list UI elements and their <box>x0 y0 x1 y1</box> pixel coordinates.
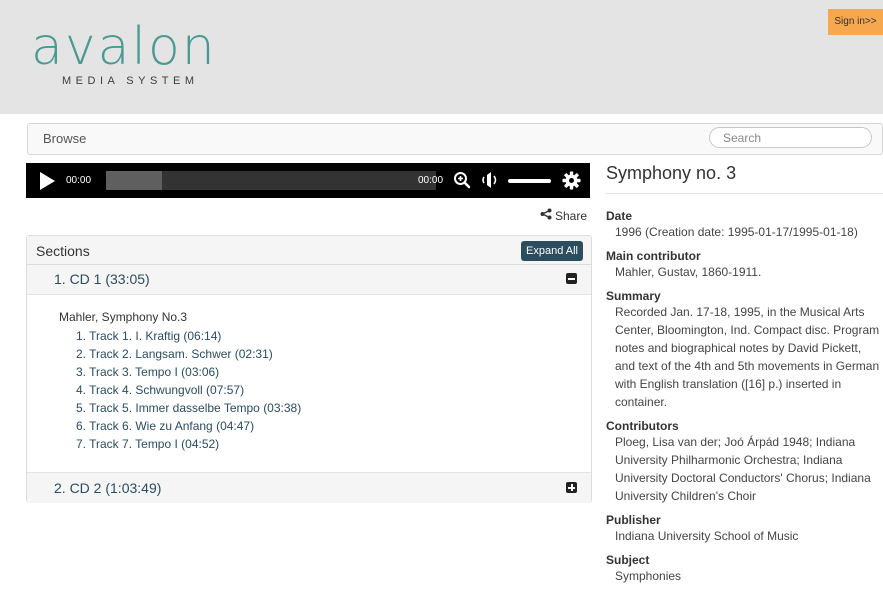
meta-label-main-contributor: Main contributor <box>606 249 701 263</box>
share-button[interactable]: Share <box>540 208 587 223</box>
expand-all-button[interactable]: Expand All <box>521 241 583 261</box>
track-link[interactable]: 5. Track 5. Immer dasselbe Tempo (03:38) <box>76 399 301 417</box>
site-header: avalon MEDIA SYSTEM Sign in>> <box>0 0 883 114</box>
item-title: Symphony no. 3 <box>606 163 883 194</box>
sections-panel: Sections Expand All 1. CD 1 (33:05) Mahl… <box>26 235 592 503</box>
item-metadata: Symphony no. 3 Date 1996 (Creation date:… <box>606 163 883 583</box>
metadata-list: Date 1996 (Creation date: 1995-01-17/199… <box>606 209 883 585</box>
gear-icon[interactable] <box>562 171 581 195</box>
share-icon <box>540 208 552 223</box>
duration-time: 00:00 <box>418 175 444 186</box>
progress-bar[interactable] <box>106 171 436 190</box>
logo-wordmark: avalon <box>31 17 217 77</box>
media-player: 00:00 00:00 <box>26 163 590 198</box>
section-body-cd1: Mahler, Symphony No.3 1. Track 1. I. Kra… <box>27 295 591 472</box>
track-link[interactable]: 6. Track 6. Wie zu Anfang (04:47) <box>76 417 301 435</box>
section-label[interactable]: 2. CD 2 (1:03:49) <box>54 480 161 496</box>
sections-title: Sections <box>36 243 90 259</box>
track-link[interactable]: 4. Track 4. Schwungvoll (07:57) <box>76 381 301 399</box>
section-header-cd2[interactable]: 2. CD 2 (1:03:49) <box>27 472 591 503</box>
main-navbar: Browse Search <box>27 123 883 155</box>
meta-value-subject: Symphonies <box>615 569 682 583</box>
nav-browse-link[interactable]: Browse <box>43 131 86 146</box>
collapse-icon[interactable] <box>566 273 577 284</box>
meta-label-summary: Summary <box>606 289 661 303</box>
meta-value-summary: Recorded Jan. 17-18, 1995, in the Musica… <box>615 305 880 409</box>
track-link[interactable]: 2. Track 2. Langsam. Schwer (02:31) <box>76 345 301 363</box>
volume-icon[interactable] <box>481 171 501 194</box>
meta-label-date: Date <box>606 209 633 223</box>
play-icon[interactable] <box>40 172 55 190</box>
current-time: 00:00 <box>66 175 92 186</box>
meta-value-date: 1996 (Creation date: 1995-01-17/1995-01-… <box>615 225 858 239</box>
meta-label-publisher: Publisher <box>606 513 661 527</box>
search-input[interactable]: Search <box>709 127 872 148</box>
zoom-icon[interactable] <box>453 171 471 194</box>
logo-subtitle: MEDIA SYSTEM <box>62 75 199 87</box>
meta-value-contributors: Ploeg, Lisa van der; Joó Árpád 1948; Ind… <box>615 435 871 503</box>
section-label[interactable]: 1. CD 1 (33:05) <box>54 271 150 287</box>
track-link[interactable]: 3. Track 3. Tempo I (03:06) <box>76 363 301 381</box>
expand-icon[interactable] <box>566 482 577 493</box>
track-link[interactable]: 7. Track 7. Tempo I (04:52) <box>76 435 301 453</box>
buffered-progress <box>106 171 163 190</box>
sign-in-button[interactable]: Sign in>> <box>828 9 883 35</box>
share-label: Share <box>555 208 588 223</box>
meta-label-contributors: Contributors <box>606 419 679 433</box>
section-header-cd1[interactable]: 1. CD 1 (33:05) <box>27 265 591 295</box>
meta-label-subject: Subject <box>606 553 650 567</box>
volume-slider[interactable] <box>508 179 551 183</box>
track-list: 1. Track 1. I. Kraftig (06:14) 2. Track … <box>76 327 301 453</box>
meta-value-publisher: Indiana University School of Music <box>615 529 799 543</box>
meta-value-main-contributor: Mahler, Gustav, 1860-1911. <box>615 265 762 279</box>
avalon-logo[interactable]: avalon MEDIA SYSTEM <box>31 17 217 87</box>
work-title: Mahler, Symphony No.3 <box>59 310 188 324</box>
track-link[interactable]: 1. Track 1. I. Kraftig (06:14) <box>76 327 301 345</box>
sections-header: Sections Expand All <box>27 236 591 265</box>
